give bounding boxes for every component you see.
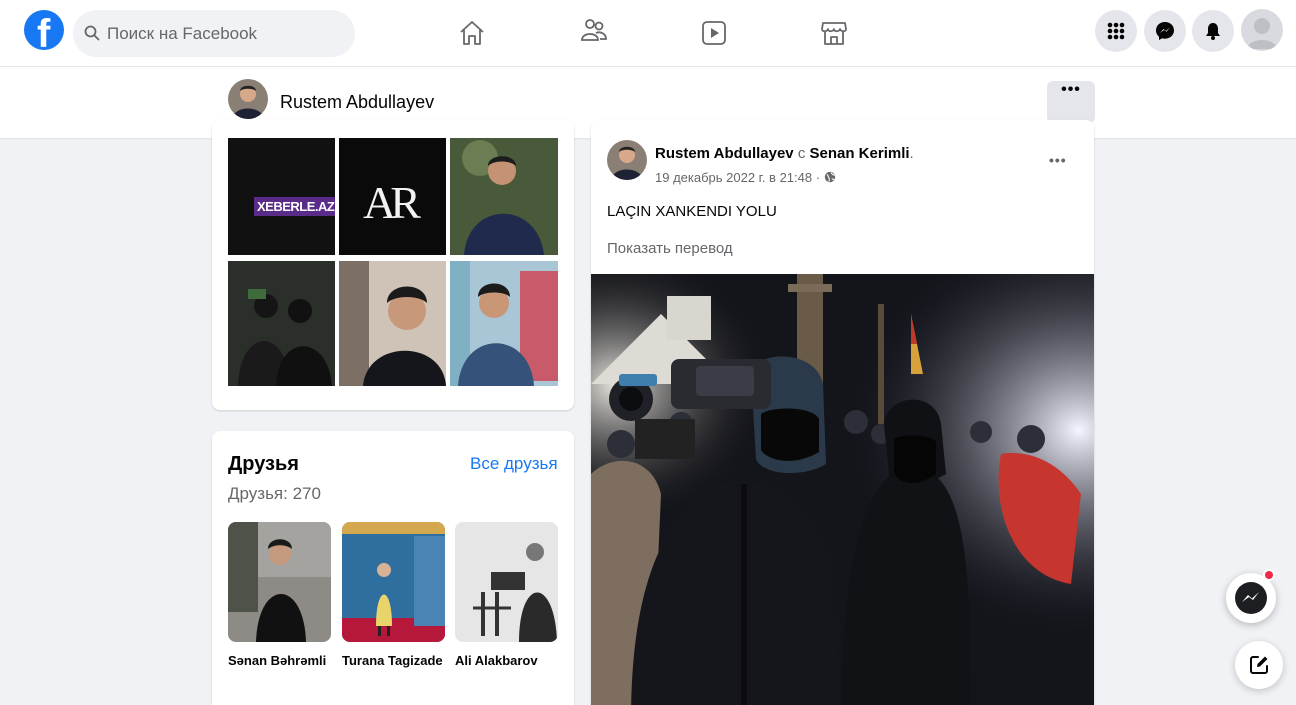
photo-tile[interactable]: XEBERLE.AZ bbox=[228, 138, 335, 255]
search-box[interactable] bbox=[73, 10, 355, 57]
ar-logo-text: AR bbox=[363, 177, 421, 228]
profile-avatar[interactable] bbox=[228, 79, 268, 119]
post-image-night-scene bbox=[591, 274, 1094, 705]
profile-photo bbox=[228, 79, 268, 119]
menu-grid-icon bbox=[1107, 22, 1125, 40]
new-message-button[interactable] bbox=[1235, 641, 1283, 689]
crowd-photo bbox=[228, 261, 335, 386]
xeberle-logo-text: XEBERLE.AZ bbox=[254, 197, 335, 216]
friends-title[interactable]: Друзья bbox=[228, 453, 299, 476]
notifications-button[interactable] bbox=[1192, 10, 1234, 52]
notification-dot bbox=[1263, 569, 1275, 581]
friend-name[interactable]: Sənan Bəhrəmli bbox=[228, 651, 338, 670]
post-author-avatar[interactable] bbox=[607, 140, 647, 180]
search-input[interactable] bbox=[107, 10, 347, 57]
friend-photo[interactable] bbox=[342, 522, 445, 642]
post-card: Rustem Abdullayev с Senan Kerimli. 19 де… bbox=[591, 120, 1094, 705]
friends-count: Друзья: 270 bbox=[228, 484, 321, 503]
friend-name[interactable]: Turana Tagizade bbox=[342, 651, 452, 670]
portrait-photo bbox=[339, 261, 446, 386]
facebook-logo-letter: f bbox=[37, 12, 51, 50]
friend-photo[interactable] bbox=[228, 522, 331, 642]
portrait-photo bbox=[450, 138, 558, 255]
post-author-period: . bbox=[909, 145, 914, 162]
friends-card: Друзья Все друзья Друзья: 270 Sənan Bəhr… bbox=[212, 431, 574, 705]
portrait-photo bbox=[450, 261, 558, 386]
bell-icon bbox=[1206, 23, 1220, 40]
profile-name[interactable]: Rustem Abdullayev bbox=[280, 92, 434, 113]
photo-tile[interactable] bbox=[450, 138, 558, 255]
post-author-name[interactable]: Rustem Abdullayev bbox=[655, 145, 794, 162]
messenger-button[interactable] bbox=[1144, 10, 1186, 52]
friend-photo[interactable] bbox=[455, 522, 558, 642]
post-text: LAÇIN XANKENDI YOLU bbox=[607, 203, 777, 220]
messenger-icon bbox=[1156, 22, 1174, 40]
marketplace-icon[interactable] bbox=[819, 18, 849, 48]
photo-tile[interactable] bbox=[339, 261, 446, 386]
menu-grid-button[interactable] bbox=[1095, 10, 1137, 52]
see-all-friends-link[interactable]: Все друзья bbox=[470, 454, 558, 474]
friends-icon[interactable] bbox=[579, 16, 609, 46]
friend-name[interactable]: Ali Alakbarov bbox=[455, 651, 565, 670]
home-icon[interactable] bbox=[457, 18, 487, 48]
post-timestamp[interactable]: 19 декабрь 2022 г. в 21:48 · bbox=[655, 170, 836, 185]
profile-more-button[interactable]: ••• bbox=[1047, 81, 1095, 123]
friend-photo-image bbox=[455, 522, 558, 642]
post-tagged-name[interactable]: Senan Kerimli bbox=[810, 145, 910, 162]
compose-icon bbox=[1250, 656, 1268, 674]
photo-tile[interactable] bbox=[228, 261, 335, 386]
default-avatar-icon bbox=[1247, 18, 1277, 49]
account-avatar[interactable] bbox=[1241, 9, 1283, 51]
watch-icon[interactable] bbox=[699, 18, 729, 48]
photos-card: XEBERLE.AZ AR bbox=[212, 120, 574, 410]
post-options-button[interactable]: ••• bbox=[1049, 152, 1067, 168]
post-author-line: Rustem Abdullayev с Senan Kerimli. bbox=[655, 145, 914, 162]
search-icon bbox=[84, 25, 100, 41]
top-navigation-bar: f bbox=[0, 0, 1296, 67]
friend-photo-image bbox=[228, 522, 331, 642]
post-photo[interactable] bbox=[591, 274, 1094, 705]
friend-photo-image bbox=[342, 522, 445, 642]
post-with-word: с bbox=[797, 145, 806, 162]
globe-icon bbox=[824, 171, 835, 183]
post-date-text: 19 декабрь 2022 г. в 21:48 · bbox=[655, 170, 824, 185]
author-photo bbox=[607, 140, 647, 180]
facebook-logo[interactable]: f bbox=[24, 10, 64, 50]
photo-tile[interactable] bbox=[450, 261, 558, 386]
show-translation-link[interactable]: Показать перевод bbox=[607, 240, 733, 257]
photo-tile[interactable]: AR bbox=[339, 138, 446, 255]
